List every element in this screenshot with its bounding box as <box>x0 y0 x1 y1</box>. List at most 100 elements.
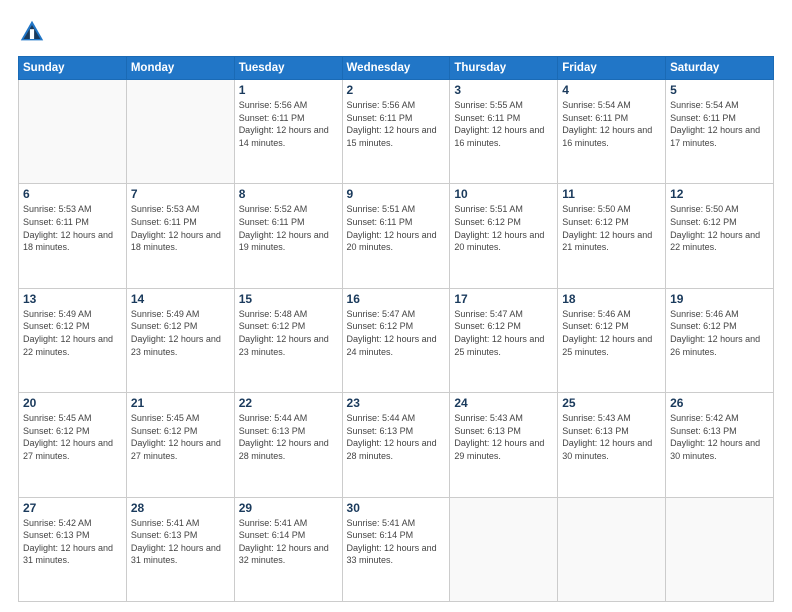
calendar-cell: 18 Sunrise: 5:46 AM Sunset: 6:12 PM Dayli… <box>558 288 666 392</box>
day-number: 3 <box>454 83 553 97</box>
calendar-cell: 21 Sunrise: 5:45 AM Sunset: 6:12 PM Dayli… <box>126 393 234 497</box>
day-info: Sunrise: 5:47 AM Sunset: 6:12 PM Dayligh… <box>347 308 446 358</box>
calendar-cell <box>558 497 666 601</box>
day-info: Sunrise: 5:46 AM Sunset: 6:12 PM Dayligh… <box>670 308 769 358</box>
calendar-cell: 29Sunrise: 5:41 AM Sunset: 6:14 PM Dayli… <box>234 497 342 601</box>
calendar-cell: 25Sunrise: 5:43 AM Sunset: 6:13 PM Dayli… <box>558 393 666 497</box>
day-info: Sunrise: 5:56 AM Sunset: 6:11 PM Dayligh… <box>347 99 446 149</box>
day-info: Sunrise: 5:54 AM Sunset: 6:11 PM Dayligh… <box>562 99 661 149</box>
header <box>18 18 774 46</box>
day-info: Sunrise: 5:49 AM Sunset: 6:12 PM Dayligh… <box>23 308 122 358</box>
calendar-cell: 2 Sunrise: 5:56 AM Sunset: 6:11 PM Daylig… <box>342 80 450 184</box>
calendar-header-wednesday: Wednesday <box>342 57 450 80</box>
day-number: 9 <box>347 187 446 201</box>
calendar-cell: 16 Sunrise: 5:47 AM Sunset: 6:12 PM Dayli… <box>342 288 450 392</box>
day-info: Sunrise: 5:50 AM Sunset: 6:12 PM Dayligh… <box>562 203 661 253</box>
day-number: 2 <box>347 83 446 97</box>
day-info: Sunrise: 5:43 AM Sunset: 6:13 PM Dayligh… <box>562 412 661 462</box>
day-info: Sunrise: 5:41 AM Sunset: 6:13 PM Dayligh… <box>131 517 230 567</box>
day-info: Sunrise: 5:42 AM Sunset: 6:13 PM Dayligh… <box>670 412 769 462</box>
day-number: 24 <box>454 396 553 410</box>
day-info: Sunrise: 5:43 AM Sunset: 6:13 PM Dayligh… <box>454 412 553 462</box>
day-info: Sunrise: 5:53 AM Sunset: 6:11 PM Dayligh… <box>23 203 122 253</box>
calendar-cell <box>666 497 774 601</box>
calendar-cell: 13 Sunrise: 5:49 AM Sunset: 6:12 PM Dayli… <box>19 288 127 392</box>
calendar-cell: 12 Sunrise: 5:50 AM Sunset: 6:12 PM Dayli… <box>666 184 774 288</box>
calendar-week-row: 27 Sunrise: 5:42 AM Sunset: 6:13 PM Dayli… <box>19 497 774 601</box>
day-number: 18 <box>562 292 661 306</box>
calendar-cell: 9Sunrise: 5:51 AM Sunset: 6:11 PM Daylig… <box>342 184 450 288</box>
calendar-header-friday: Friday <box>558 57 666 80</box>
day-number: 4 <box>562 83 661 97</box>
calendar-cell: 17 Sunrise: 5:47 AM Sunset: 6:12 PM Dayli… <box>450 288 558 392</box>
day-number: 14 <box>131 292 230 306</box>
day-number: 1 <box>239 83 338 97</box>
day-number: 20 <box>23 396 122 410</box>
calendar-week-row: 20 Sunrise: 5:45 AM Sunset: 6:12 PM Dayli… <box>19 393 774 497</box>
calendar-header-saturday: Saturday <box>666 57 774 80</box>
calendar-header-sunday: Sunday <box>19 57 127 80</box>
day-info: Sunrise: 5:50 AM Sunset: 6:12 PM Dayligh… <box>670 203 769 253</box>
calendar-cell: 28 Sunrise: 5:41 AM Sunset: 6:13 PM Dayli… <box>126 497 234 601</box>
day-info: Sunrise: 5:53 AM Sunset: 6:11 PM Dayligh… <box>131 203 230 253</box>
day-number: 30 <box>347 501 446 515</box>
day-number: 16 <box>347 292 446 306</box>
day-number: 17 <box>454 292 553 306</box>
day-number: 8 <box>239 187 338 201</box>
day-info: Sunrise: 5:47 AM Sunset: 6:12 PM Dayligh… <box>454 308 553 358</box>
day-info: Sunrise: 5:51 AM Sunset: 6:12 PM Dayligh… <box>454 203 553 253</box>
calendar-cell: 11 Sunrise: 5:50 AM Sunset: 6:12 PM Dayli… <box>558 184 666 288</box>
calendar-cell: 3 Sunrise: 5:55 AM Sunset: 6:11 PM Daylig… <box>450 80 558 184</box>
day-info: Sunrise: 5:45 AM Sunset: 6:12 PM Dayligh… <box>131 412 230 462</box>
page: SundayMondayTuesdayWednesdayThursdayFrid… <box>0 0 792 612</box>
calendar-cell <box>19 80 127 184</box>
day-info: Sunrise: 5:41 AM Sunset: 6:14 PM Dayligh… <box>239 517 338 567</box>
day-number: 26 <box>670 396 769 410</box>
calendar-cell: 22Sunrise: 5:44 AM Sunset: 6:13 PM Dayli… <box>234 393 342 497</box>
calendar-cell: 4 Sunrise: 5:54 AM Sunset: 6:11 PM Daylig… <box>558 80 666 184</box>
calendar-cell: 5 Sunrise: 5:54 AM Sunset: 6:11 PM Daylig… <box>666 80 774 184</box>
day-info: Sunrise: 5:54 AM Sunset: 6:11 PM Dayligh… <box>670 99 769 149</box>
calendar-cell: 26 Sunrise: 5:42 AM Sunset: 6:13 PM Dayli… <box>666 393 774 497</box>
day-number: 11 <box>562 187 661 201</box>
day-info: Sunrise: 5:48 AM Sunset: 6:12 PM Dayligh… <box>239 308 338 358</box>
calendar-cell: 30Sunrise: 5:41 AM Sunset: 6:14 PM Dayli… <box>342 497 450 601</box>
calendar-cell: 23 Sunrise: 5:44 AM Sunset: 6:13 PM Dayli… <box>342 393 450 497</box>
day-number: 7 <box>131 187 230 201</box>
day-number: 6 <box>23 187 122 201</box>
calendar-cell: 10Sunrise: 5:51 AM Sunset: 6:12 PM Dayli… <box>450 184 558 288</box>
calendar-header-row: SundayMondayTuesdayWednesdayThursdayFrid… <box>19 57 774 80</box>
calendar-cell: 8 Sunrise: 5:52 AM Sunset: 6:11 PM Daylig… <box>234 184 342 288</box>
day-number: 28 <box>131 501 230 515</box>
day-number: 19 <box>670 292 769 306</box>
calendar-week-row: 13 Sunrise: 5:49 AM Sunset: 6:12 PM Dayli… <box>19 288 774 392</box>
day-number: 5 <box>670 83 769 97</box>
day-info: Sunrise: 5:56 AM Sunset: 6:11 PM Dayligh… <box>239 99 338 149</box>
calendar-cell <box>450 497 558 601</box>
day-info: Sunrise: 5:52 AM Sunset: 6:11 PM Dayligh… <box>239 203 338 253</box>
calendar-cell: 15 Sunrise: 5:48 AM Sunset: 6:12 PM Dayli… <box>234 288 342 392</box>
day-info: Sunrise: 5:44 AM Sunset: 6:13 PM Dayligh… <box>347 412 446 462</box>
calendar-cell: 14 Sunrise: 5:49 AM Sunset: 6:12 PM Dayli… <box>126 288 234 392</box>
logo-icon <box>18 18 46 46</box>
day-number: 23 <box>347 396 446 410</box>
day-info: Sunrise: 5:46 AM Sunset: 6:12 PM Dayligh… <box>562 308 661 358</box>
day-number: 13 <box>23 292 122 306</box>
day-info: Sunrise: 5:45 AM Sunset: 6:12 PM Dayligh… <box>23 412 122 462</box>
day-number: 27 <box>23 501 122 515</box>
day-info: Sunrise: 5:55 AM Sunset: 6:11 PM Dayligh… <box>454 99 553 149</box>
calendar-cell: 1 Sunrise: 5:56 AM Sunset: 6:11 PM Daylig… <box>234 80 342 184</box>
calendar-cell: 19 Sunrise: 5:46 AM Sunset: 6:12 PM Dayli… <box>666 288 774 392</box>
calendar-cell <box>126 80 234 184</box>
calendar-cell: 6 Sunrise: 5:53 AM Sunset: 6:11 PM Daylig… <box>19 184 127 288</box>
calendar-cell: 20 Sunrise: 5:45 AM Sunset: 6:12 PM Dayli… <box>19 393 127 497</box>
day-info: Sunrise: 5:49 AM Sunset: 6:12 PM Dayligh… <box>131 308 230 358</box>
day-number: 15 <box>239 292 338 306</box>
day-info: Sunrise: 5:42 AM Sunset: 6:13 PM Dayligh… <box>23 517 122 567</box>
day-number: 21 <box>131 396 230 410</box>
logo <box>18 18 50 46</box>
calendar-cell: 24 Sunrise: 5:43 AM Sunset: 6:13 PM Dayli… <box>450 393 558 497</box>
calendar-cell: 7 Sunrise: 5:53 AM Sunset: 6:11 PM Daylig… <box>126 184 234 288</box>
calendar-header-thursday: Thursday <box>450 57 558 80</box>
day-number: 12 <box>670 187 769 201</box>
